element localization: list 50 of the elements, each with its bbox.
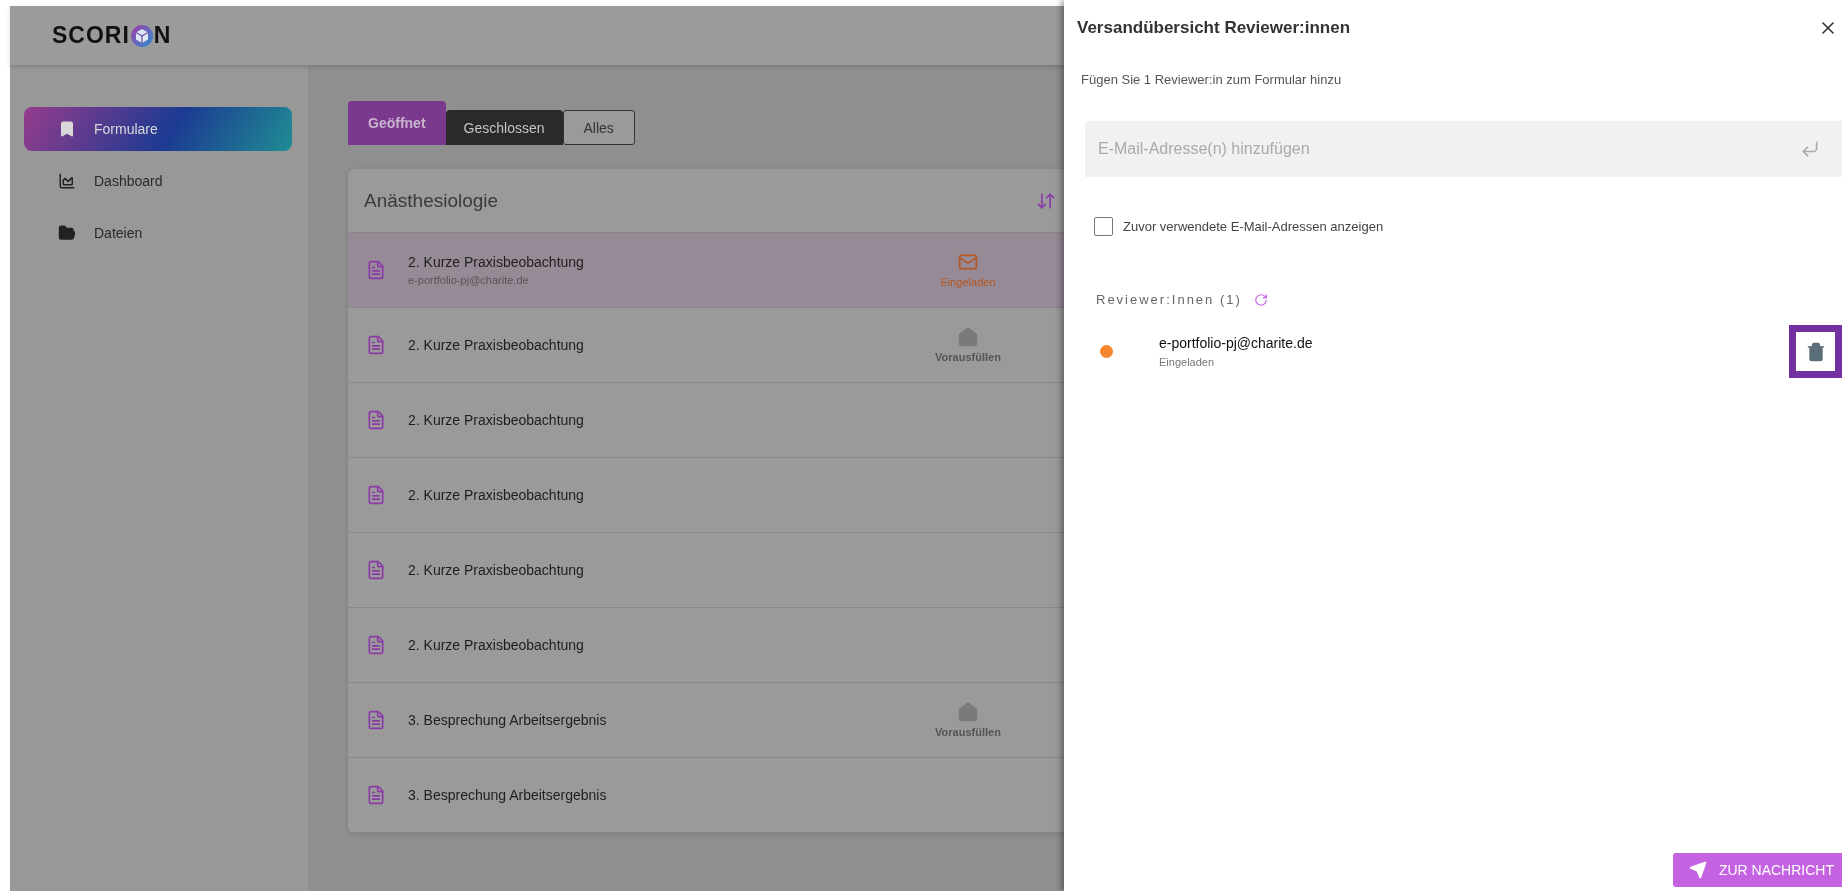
status-label: Vorausfüllen: [935, 726, 1001, 738]
status-label: Vorausfüllen: [935, 351, 1001, 363]
form-title: 2. Kurze Praxisbeobachtung: [408, 487, 585, 503]
trash-icon: [1805, 341, 1826, 362]
form-title: 2. Kurze Praxisbeobachtung: [408, 337, 585, 353]
form-title: 3. Besprechung Arbeitsergebnis: [408, 712, 608, 728]
form-row[interactable]: 2. Kurze Praxisbeobachtung e-portfolio-pj@charite.de Eingeladen: [348, 233, 1064, 308]
form-title: 2. Kurze Praxisbeobachtung: [408, 562, 585, 578]
card-title: Anästhesiologie: [364, 189, 499, 212]
email-field[interactable]: E-Mail-Adresse(n) hinzufügen: [1085, 121, 1842, 177]
form-title: 2. Kurze Praxisbeobachtung: [408, 412, 585, 428]
nav-item[interactable]: Formulare: [24, 107, 292, 151]
bookmark-icon: [58, 120, 76, 138]
folder-icon: [58, 224, 76, 242]
document-icon: [366, 635, 386, 655]
document-icon: [366, 785, 386, 805]
open-mail-icon: [958, 327, 978, 347]
logo-icon: [129, 23, 154, 48]
document-icon: [366, 560, 386, 580]
panel-hint: Fügen Sie 1 Reviewer:in zum Formular hinzu: [1081, 72, 1343, 87]
form-title: 3. Besprechung Arbeitsergebnis: [408, 787, 608, 803]
document-icon: [366, 335, 386, 355]
reviewer-status: Eingeladen: [1159, 356, 1216, 368]
send-button[interactable]: ZUR NACHRICHT: [1672, 853, 1842, 887]
reviewer-email: e-portfolio-pj@charite.de: [1159, 335, 1314, 351]
document-icon: [366, 260, 386, 280]
document-icon: [366, 485, 386, 505]
open-mail-icon: [958, 702, 978, 722]
tab[interactable]: Geöffnet: [348, 101, 446, 145]
form-title: 2. Kurze Praxisbeobachtung: [408, 254, 585, 270]
document-icon: [366, 710, 386, 730]
document-icon: [366, 410, 386, 430]
logo-text: N: [153, 22, 172, 49]
logo-text: SCORI: [52, 22, 130, 49]
delete-button[interactable]: [1789, 325, 1842, 378]
form-title: 2. Kurze Praxisbeobachtung: [408, 637, 585, 653]
nav-item[interactable]: Dashboard: [24, 159, 292, 203]
chart-icon: [58, 172, 76, 190]
refresh-icon[interactable]: [1253, 292, 1268, 307]
section-heading: Reviewer:Innen (1): [1096, 292, 1242, 307]
checkbox[interactable]: [1094, 217, 1113, 236]
form-email: e-portfolio-pj@charite.de: [408, 274, 530, 286]
status-label: Eingeladen: [940, 276, 996, 288]
checkbox-label: Zuvor verwendete E-Mail-Adressen anzeigen: [1123, 219, 1384, 234]
send-icon: [1688, 861, 1707, 879]
nav-item[interactable]: Dateien: [24, 211, 292, 255]
tab[interactable]: Geschlossen: [445, 110, 563, 145]
mail-icon: [958, 252, 978, 272]
panel-title: Versandübersicht Reviewer:innen: [1077, 18, 1351, 38]
tab[interactable]: Alles: [562, 110, 635, 145]
